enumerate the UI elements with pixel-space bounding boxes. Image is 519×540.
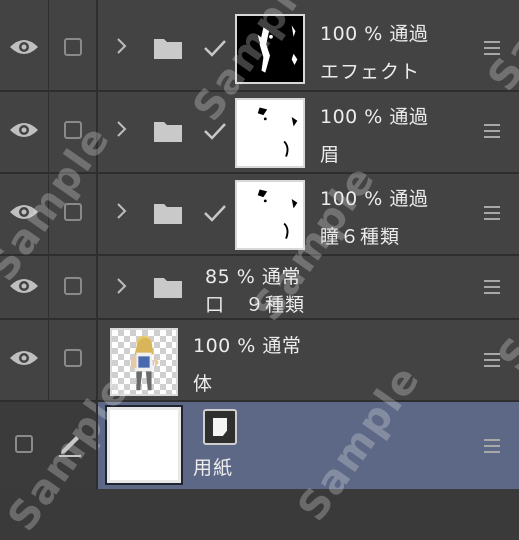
eye-icon[interactable] — [9, 202, 39, 222]
folder-icon — [154, 278, 182, 298]
layer-row-pupil[interactable]: 100 % 通過 瞳６種類 — [0, 174, 519, 256]
layer-opacity-blend: 100 % 通過 — [320, 23, 429, 45]
checkmark-icon[interactable] — [203, 38, 227, 58]
chevron-right-icon[interactable] — [114, 37, 128, 55]
folder-icon — [154, 204, 182, 224]
layer-name: 瞳６種類 — [320, 226, 401, 248]
lock-checkbox[interactable] — [64, 121, 82, 139]
layer-opacity-blend: 100 % 通過 — [320, 106, 429, 128]
checkmark-icon[interactable] — [203, 203, 227, 223]
layer-thumbnail — [235, 180, 305, 250]
layer-row-effect[interactable]: 100 % 通過 エフェクト — [0, 0, 519, 92]
folder-icon — [154, 122, 182, 142]
lock-checkbox[interactable] — [64, 203, 82, 221]
hamburger-icon[interactable] — [484, 206, 500, 220]
layer-name: 用紙 — [193, 457, 234, 479]
hamburger-icon[interactable] — [484, 280, 500, 294]
visibility-checkbox[interactable] — [15, 435, 33, 453]
hamburger-icon[interactable] — [484, 41, 500, 55]
folder-icon — [154, 39, 182, 59]
layer-thumbnail — [105, 405, 183, 485]
chevron-right-icon[interactable] — [114, 120, 128, 138]
layer-row-brow[interactable]: 100 % 通過 眉 — [0, 92, 519, 174]
lock-checkbox[interactable] — [64, 349, 82, 367]
layer-row-body[interactable]: 100 % 通常 体 — [0, 320, 519, 402]
layer-thumbnail — [235, 98, 305, 168]
layer-opacity-blend: 85 % 通常 — [205, 266, 301, 288]
eye-icon[interactable] — [9, 120, 39, 140]
hamburger-icon[interactable] — [484, 439, 500, 453]
chevron-right-icon[interactable] — [114, 277, 128, 295]
eye-icon[interactable] — [9, 37, 39, 57]
layer-name: 口 ９種類 — [205, 294, 306, 316]
layer-row-paper[interactable]: 用紙 — [0, 402, 519, 489]
chevron-right-icon[interactable] — [114, 202, 128, 220]
layer-thumbnail — [110, 328, 178, 396]
layer-name: 眉 — [320, 144, 341, 166]
layer-panel: 100 % 通過 エフェクト 100 % 通過 眉 100 % 通過 瞳６種類 — [0, 0, 519, 539]
layer-name: エフェクト — [320, 61, 421, 83]
layer-opacity-blend: 100 % 通常 — [193, 335, 302, 357]
eye-icon[interactable] — [9, 348, 39, 368]
hamburger-icon[interactable] — [484, 124, 500, 138]
eye-icon[interactable] — [9, 276, 39, 296]
hamburger-icon[interactable] — [484, 353, 500, 367]
layer-name: 体 — [193, 373, 214, 395]
layer-opacity-blend: 100 % 通過 — [320, 188, 429, 210]
pen-icon[interactable] — [56, 430, 84, 458]
paper-icon — [203, 409, 237, 445]
layer-thumbnail — [235, 14, 305, 84]
layer-row-mouth[interactable]: 85 % 通常 口 ９種類 — [0, 256, 519, 320]
lock-checkbox[interactable] — [64, 38, 82, 56]
lock-checkbox[interactable] — [64, 277, 82, 295]
checkmark-icon[interactable] — [203, 121, 227, 141]
